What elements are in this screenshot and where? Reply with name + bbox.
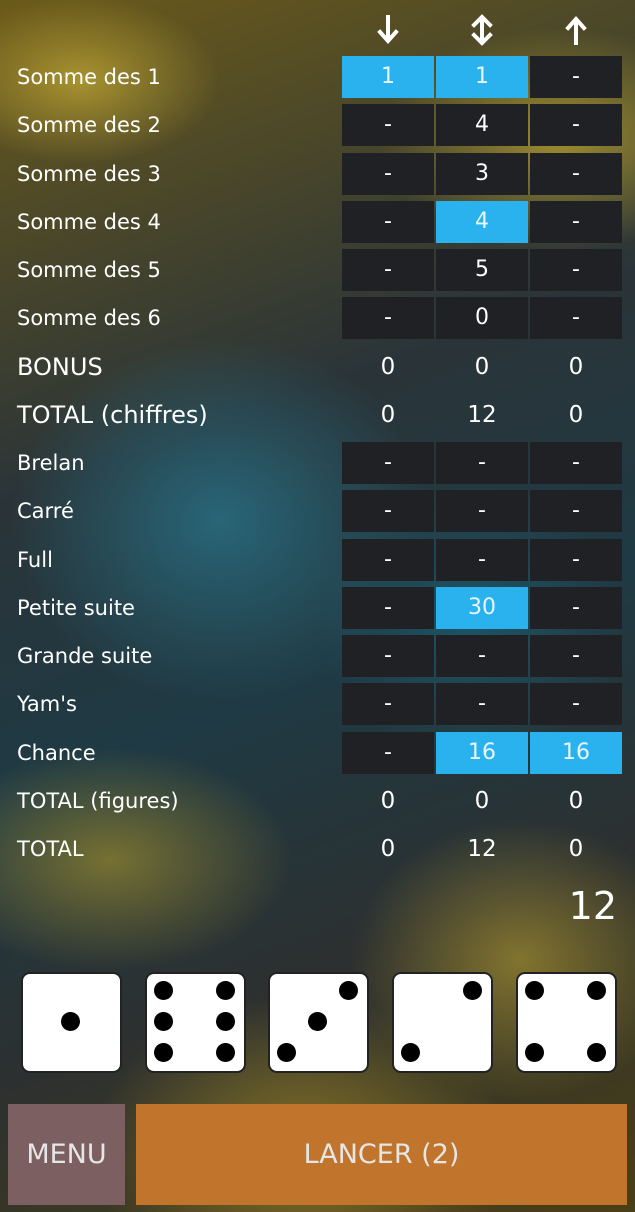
score-cell[interactable]: -	[436, 442, 528, 484]
score-cell[interactable]: -	[342, 104, 434, 146]
total-cell: 0	[380, 354, 396, 380]
die-pip	[215, 980, 235, 1000]
row-label: Somme des 2	[17, 113, 161, 137]
score-cell[interactable]: -	[530, 490, 622, 532]
die-pip	[60, 1011, 80, 1031]
arrow-down-icon	[342, 12, 434, 48]
arrow-up-down-icon	[436, 12, 528, 48]
total-cell: 12	[467, 402, 497, 428]
score-cell[interactable]: -	[342, 683, 434, 725]
die-pip	[400, 1042, 420, 1062]
total-cell: 0	[568, 836, 584, 862]
score-cell[interactable]: -	[530, 104, 622, 146]
score-cell[interactable]: -	[436, 490, 528, 532]
die-pip	[462, 980, 482, 1000]
row-label: Somme des 5	[17, 258, 161, 282]
die[interactable]	[145, 972, 246, 1073]
score-cell[interactable]: -	[342, 297, 434, 339]
score-cell[interactable]: -	[530, 249, 622, 291]
score-cell[interactable]: -	[342, 635, 434, 677]
row-label: BONUS	[17, 353, 103, 381]
die[interactable]	[21, 972, 122, 1073]
die[interactable]	[268, 972, 369, 1073]
score-cell[interactable]: -	[342, 249, 434, 291]
total-cell: 12	[467, 836, 497, 862]
score-cell[interactable]: 30	[436, 587, 528, 629]
row-label: Yam's	[17, 692, 77, 716]
die-pip	[524, 1042, 544, 1062]
die-pip	[153, 1042, 173, 1062]
row-label: Full	[17, 548, 53, 572]
score-cell[interactable]: -	[530, 587, 622, 629]
total-cell: 0	[474, 354, 490, 380]
score-cell[interactable]: 3	[436, 153, 528, 195]
total-cell: 0	[568, 354, 584, 380]
score-cell[interactable]: -	[342, 587, 434, 629]
row-label: TOTAL (chiffres)	[17, 401, 208, 429]
die[interactable]	[516, 972, 617, 1073]
score-cell[interactable]: -	[530, 539, 622, 581]
die-pip	[153, 1011, 173, 1031]
die[interactable]	[392, 972, 493, 1073]
score-cell[interactable]: -	[436, 635, 528, 677]
die-pip	[153, 980, 173, 1000]
score-cell[interactable]: -	[530, 297, 622, 339]
score-cell[interactable]: -	[530, 56, 622, 98]
score-cell[interactable]: -	[342, 201, 434, 243]
die-pip	[524, 980, 544, 1000]
row-label: Petite suite	[17, 596, 135, 620]
die-pip	[276, 1042, 296, 1062]
score-cell[interactable]: -	[436, 683, 528, 725]
score-cell[interactable]: -	[342, 490, 434, 532]
score-cell[interactable]: 5	[436, 249, 528, 291]
score-cell[interactable]: 16	[530, 732, 622, 774]
score-cell[interactable]: -	[530, 635, 622, 677]
total-cell: 0	[568, 402, 584, 428]
die-pip	[215, 1011, 235, 1031]
die-pip	[307, 1011, 327, 1031]
row-label: Somme des 1	[17, 65, 161, 89]
row-label: TOTAL (figures)	[17, 789, 179, 813]
total-cell: 0	[474, 788, 490, 814]
total-cell: 0	[380, 836, 396, 862]
row-label: TOTAL	[17, 837, 84, 861]
roll-button[interactable]: LANCER (2)	[136, 1104, 627, 1205]
die-pip	[586, 1042, 606, 1062]
score-cell[interactable]: -	[342, 442, 434, 484]
total-cell: 0	[568, 788, 584, 814]
score-cell[interactable]: -	[530, 201, 622, 243]
row-label: Carré	[17, 499, 74, 523]
die-pip	[338, 980, 358, 1000]
score-cell[interactable]: -	[530, 683, 622, 725]
score-cell[interactable]: 1	[342, 56, 434, 98]
row-label: Somme des 3	[17, 162, 161, 186]
total-cell: 0	[380, 402, 396, 428]
grand-total: 12	[568, 884, 617, 928]
row-label: Chance	[17, 741, 96, 765]
row-label: Somme des 6	[17, 306, 161, 330]
row-label: Brelan	[17, 451, 85, 475]
score-cell[interactable]: 16	[436, 732, 528, 774]
row-label: Somme des 4	[17, 210, 161, 234]
score-cell[interactable]: -	[342, 732, 434, 774]
menu-button[interactable]: MENU	[8, 1104, 125, 1205]
score-cell[interactable]: -	[342, 539, 434, 581]
score-cell[interactable]: -	[530, 153, 622, 195]
arrow-up-icon	[530, 12, 622, 48]
score-cell[interactable]: 4	[436, 201, 528, 243]
score-cell[interactable]: -	[530, 442, 622, 484]
score-cell[interactable]: 1	[436, 56, 528, 98]
die-pip	[215, 1042, 235, 1062]
die-pip	[586, 980, 606, 1000]
score-cell[interactable]: 4	[436, 104, 528, 146]
row-label: Grande suite	[17, 644, 153, 668]
score-cell[interactable]: 0	[436, 297, 528, 339]
score-cell[interactable]: -	[342, 153, 434, 195]
score-cell[interactable]: -	[436, 539, 528, 581]
total-cell: 0	[380, 788, 396, 814]
